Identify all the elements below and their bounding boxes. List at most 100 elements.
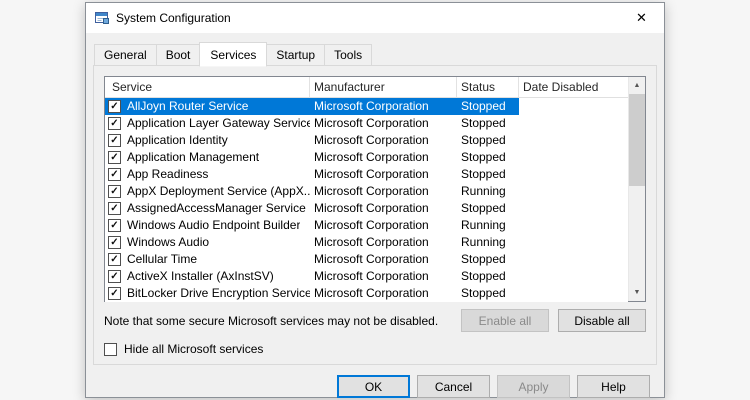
- service-checkbox[interactable]: ✓: [108, 185, 121, 198]
- help-button[interactable]: Help: [577, 375, 650, 398]
- status-cell: Running: [457, 217, 519, 234]
- table-body: ✓ AllJoyn Router Service Microsoft Corpo…: [105, 98, 628, 302]
- table-row[interactable]: ✓ AllJoyn Router Service Microsoft Corpo…: [105, 98, 628, 115]
- status-cell: Stopped: [457, 98, 519, 115]
- manufacturer-cell: Microsoft Corporation: [310, 115, 457, 132]
- status-cell: Stopped: [457, 115, 519, 132]
- tab-services[interactable]: Services: [199, 42, 267, 67]
- status-cell: Stopped: [457, 268, 519, 285]
- service-checkbox[interactable]: ✓: [108, 287, 121, 300]
- scrollbar-thumb[interactable]: [629, 94, 645, 186]
- tab-boot[interactable]: Boot: [156, 44, 201, 66]
- service-checkbox[interactable]: ✓: [108, 219, 121, 232]
- column-header-manufacturer[interactable]: Manufacturer: [310, 77, 457, 97]
- column-header-date-disabled[interactable]: Date Disabled: [519, 77, 628, 97]
- scroll-up-button[interactable]: ▲: [629, 77, 645, 94]
- table-row[interactable]: ✓ Application Identity Microsoft Corpora…: [105, 132, 628, 149]
- service-checkbox[interactable]: ✓: [108, 134, 121, 147]
- service-name: Application Identity: [127, 132, 228, 149]
- hide-microsoft-label: Hide all Microsoft services: [124, 342, 263, 356]
- titlebar: System Configuration ✕: [86, 3, 664, 33]
- disable-all-button[interactable]: Disable all: [558, 309, 646, 332]
- manufacturer-cell: Microsoft Corporation: [310, 285, 457, 302]
- table-row-main: ✓ Application Identity Microsoft Corpora…: [105, 132, 519, 149]
- check-icon: ✓: [110, 272, 118, 282]
- scroll-down-icon: ▼: [634, 289, 641, 296]
- table-row-main: ✓ AssignedAccessManager Service Microsof…: [105, 200, 519, 217]
- vertical-scrollbar[interactable]: ▲ ▼: [628, 77, 645, 301]
- table-row[interactable]: ✓ Windows Audio Endpoint Builder Microso…: [105, 217, 628, 234]
- service-name-cell: ✓ Application Management: [105, 149, 310, 166]
- manufacturer-cell: Microsoft Corporation: [310, 98, 457, 115]
- table-row-main: ✓ BitLocker Drive Encryption Service Mic…: [105, 285, 519, 302]
- date-disabled-cell: [519, 234, 628, 251]
- service-checkbox[interactable]: ✓: [108, 117, 121, 130]
- check-icon: ✓: [110, 238, 118, 248]
- table-row-main: ✓ Windows Audio Microsoft Corporation Ru…: [105, 234, 519, 251]
- date-disabled-cell: [519, 251, 628, 268]
- check-icon: ✓: [110, 221, 118, 231]
- manufacturer-cell: Microsoft Corporation: [310, 132, 457, 149]
- date-disabled-cell: [519, 183, 628, 200]
- table-row-main: ✓ Cellular Time Microsoft Corporation St…: [105, 251, 519, 268]
- date-disabled-cell: [519, 149, 628, 166]
- tab-tools[interactable]: Tools: [324, 44, 372, 66]
- tab-general[interactable]: General: [94, 44, 157, 66]
- service-name: AllJoyn Router Service: [127, 98, 248, 115]
- table-row[interactable]: ✓ Windows Audio Microsoft Corporation Ru…: [105, 234, 628, 251]
- tab-startup[interactable]: Startup: [266, 44, 325, 66]
- hide-microsoft-checkbox[interactable]: [104, 343, 117, 356]
- table-row[interactable]: ✓ Cellular Time Microsoft Corporation St…: [105, 251, 628, 268]
- date-disabled-cell: [519, 98, 628, 115]
- service-checkbox[interactable]: ✓: [108, 236, 121, 249]
- service-name-cell: ✓ Windows Audio Endpoint Builder: [105, 217, 310, 234]
- table-row[interactable]: ✓ ActiveX Installer (AxInstSV) Microsoft…: [105, 268, 628, 285]
- service-name-cell: ✓ AllJoyn Router Service: [105, 98, 310, 115]
- status-cell: Stopped: [457, 166, 519, 183]
- date-disabled-cell: [519, 285, 628, 302]
- column-header-service[interactable]: Service: [105, 77, 310, 97]
- footer-buttons: OK Cancel Apply Help: [86, 375, 664, 398]
- service-name-cell: ✓ Windows Audio: [105, 234, 310, 251]
- table-row[interactable]: ✓ AppX Deployment Service (AppX... Micro…: [105, 183, 628, 200]
- table-row-main: ✓ ActiveX Installer (AxInstSV) Microsoft…: [105, 268, 519, 285]
- service-name-cell: ✓ ActiveX Installer (AxInstSV): [105, 268, 310, 285]
- system-configuration-window: System Configuration ✕ GeneralBootServic…: [85, 2, 665, 398]
- service-checkbox[interactable]: ✓: [108, 100, 121, 113]
- table-row-main: ✓ Windows Audio Endpoint Builder Microso…: [105, 217, 519, 234]
- table-row[interactable]: ✓ App Readiness Microsoft Corporation St…: [105, 166, 628, 183]
- ok-button[interactable]: OK: [337, 375, 410, 398]
- manufacturer-cell: Microsoft Corporation: [310, 217, 457, 234]
- service-name: Application Management: [127, 149, 259, 166]
- service-checkbox[interactable]: ✓: [108, 253, 121, 266]
- apply-button[interactable]: Apply: [497, 375, 570, 398]
- table-header: ServiceManufacturerStatusDate Disabled: [105, 77, 628, 98]
- service-name-cell: ✓ Application Identity: [105, 132, 310, 149]
- scroll-down-button[interactable]: ▼: [629, 284, 645, 301]
- table-row[interactable]: ✓ BitLocker Drive Encryption Service Mic…: [105, 285, 628, 302]
- manufacturer-cell: Microsoft Corporation: [310, 149, 457, 166]
- enable-all-button[interactable]: Enable all: [461, 309, 549, 332]
- close-icon: ✕: [636, 10, 647, 26]
- cancel-button[interactable]: Cancel: [417, 375, 490, 398]
- table-row[interactable]: ✓ AssignedAccessManager Service Microsof…: [105, 200, 628, 217]
- date-disabled-cell: [519, 166, 628, 183]
- table-row[interactable]: ✓ Application Management Microsoft Corpo…: [105, 149, 628, 166]
- hide-microsoft-row: Hide all Microsoft services: [104, 342, 646, 356]
- service-name: Application Layer Gateway Service: [127, 115, 310, 132]
- service-checkbox[interactable]: ✓: [108, 151, 121, 164]
- table-row[interactable]: ✓ Application Layer Gateway Service Micr…: [105, 115, 628, 132]
- close-button[interactable]: ✕: [619, 3, 664, 33]
- services-table: ServiceManufacturerStatusDate Disabled ✓…: [104, 76, 646, 302]
- service-name-cell: ✓ App Readiness: [105, 166, 310, 183]
- service-checkbox[interactable]: ✓: [108, 270, 121, 283]
- service-name-cell: ✓ AssignedAccessManager Service: [105, 200, 310, 217]
- check-icon: ✓: [110, 255, 118, 265]
- date-disabled-cell: [519, 268, 628, 285]
- column-header-status[interactable]: Status: [457, 77, 519, 97]
- status-cell: Stopped: [457, 200, 519, 217]
- service-name-cell: ✓ Application Layer Gateway Service: [105, 115, 310, 132]
- service-checkbox[interactable]: ✓: [108, 168, 121, 181]
- service-checkbox[interactable]: ✓: [108, 202, 121, 215]
- services-table-main: ServiceManufacturerStatusDate Disabled ✓…: [105, 77, 628, 301]
